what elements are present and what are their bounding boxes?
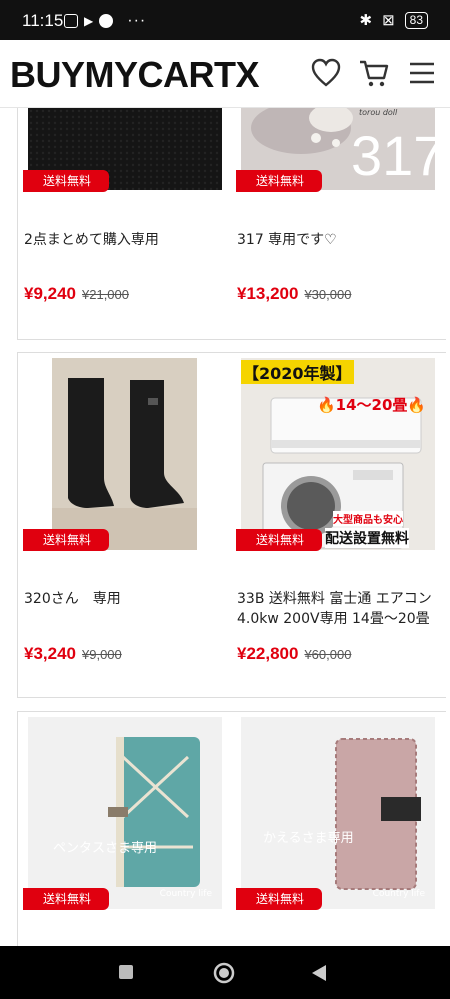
free-shipping-badge: 送料無料	[236, 888, 323, 910]
bluetooth-icon: ✱	[359, 12, 373, 29]
free-shipping-badge: 送料無料	[23, 888, 110, 910]
product-title[interactable]: 320さん 専用	[24, 589, 234, 609]
image-watermark: Country life	[159, 889, 212, 899]
app-header: BUYMYCARTX	[0, 40, 450, 108]
more-notifications-icon: ···	[127, 12, 147, 29]
image-year-text: 【2020年製】	[241, 360, 354, 384]
free-shipping-badge: 送料無料	[23, 170, 110, 192]
mail-notification-icon	[64, 14, 78, 28]
original-price: ¥60,000	[304, 647, 352, 662]
image-banner-text: 配送設置無料	[325, 528, 409, 548]
play-notification-icon: ▶	[84, 14, 94, 28]
home-button[interactable]	[212, 961, 236, 989]
brand-logo[interactable]: BUYMYCARTX	[10, 54, 260, 96]
product-card[interactable]: かえるさま専用 Country life 送料無料	[231, 711, 446, 951]
product-card[interactable]: ペンタスさま専用 Country life 送料無料	[17, 711, 232, 951]
product-image[interactable]: ペンタスさま専用 Country life	[28, 717, 222, 909]
back-button[interactable]	[310, 963, 328, 987]
product-price: ¥13,200	[237, 284, 299, 303]
cart-icon[interactable]	[358, 56, 390, 90]
image-number-text: 317	[351, 124, 435, 187]
free-shipping-badge: 送料無料	[236, 170, 323, 192]
product-title[interactable]: 33B 送料無料 富士通 エアコン 4.0kw 200V専用 14畳〜20畳	[237, 589, 447, 629]
image-caption: torou doll	[359, 108, 398, 117]
product-image[interactable]	[52, 358, 197, 550]
product-card[interactable]: 【2020年製】 🔥14〜20畳🔥 大型商品も安心 配送設置無料 送料無料 33…	[231, 352, 446, 698]
recents-button[interactable]	[118, 964, 134, 984]
image-room-size-text: 🔥14〜20畳🔥	[317, 396, 427, 414]
system-nav-bar	[0, 946, 450, 999]
free-shipping-badge: 送料無料	[236, 529, 323, 551]
product-title[interactable]: 317 専用です♡	[237, 230, 447, 250]
product-price: ¥9,240	[24, 284, 76, 303]
product-price: ¥3,240	[24, 644, 76, 663]
free-shipping-badge: 送料無料	[23, 529, 110, 551]
image-note-text: 大型商品も安心	[333, 511, 403, 526]
image-watermark: Country life	[372, 889, 425, 899]
image-reserved-text: かえるさま専用	[263, 831, 354, 846]
original-price: ¥30,000	[304, 287, 352, 302]
product-card[interactable]: torou doll 317 送料無料 317 専用です♡ ¥13,200 ¥3…	[231, 108, 446, 340]
heart-icon[interactable]	[310, 56, 342, 90]
hamburger-menu-icon[interactable]	[406, 56, 438, 90]
battery-icon: 83	[404, 11, 428, 29]
notification-icons: ▶ ···	[64, 12, 146, 30]
sim-icon: ⊠	[382, 12, 395, 29]
app-notification-icon	[99, 14, 114, 28]
status-bar: 11:15 ▶ ··· ✱ ⊠ 83	[0, 0, 450, 40]
product-image[interactable]: 【2020年製】 🔥14〜20畳🔥 大型商品も安心 配送設置無料	[241, 358, 435, 550]
status-time: 11:15	[22, 11, 64, 30]
product-card[interactable]: 送料無料 320さん 専用 ¥3,240 ¥9,000	[17, 352, 232, 698]
original-price: ¥9,000	[82, 647, 122, 662]
product-card[interactable]: 送料無料 2点まとめて購入専用 ¥9,240 ¥21,000	[17, 108, 232, 340]
original-price: ¥21,000	[82, 287, 129, 302]
product-image[interactable]: かえるさま専用 Country life	[241, 717, 435, 909]
product-price: ¥22,800	[237, 644, 299, 663]
image-reserved-text: ペンタスさま専用	[53, 841, 158, 856]
product-title[interactable]: 2点まとめて購入専用	[24, 230, 234, 250]
